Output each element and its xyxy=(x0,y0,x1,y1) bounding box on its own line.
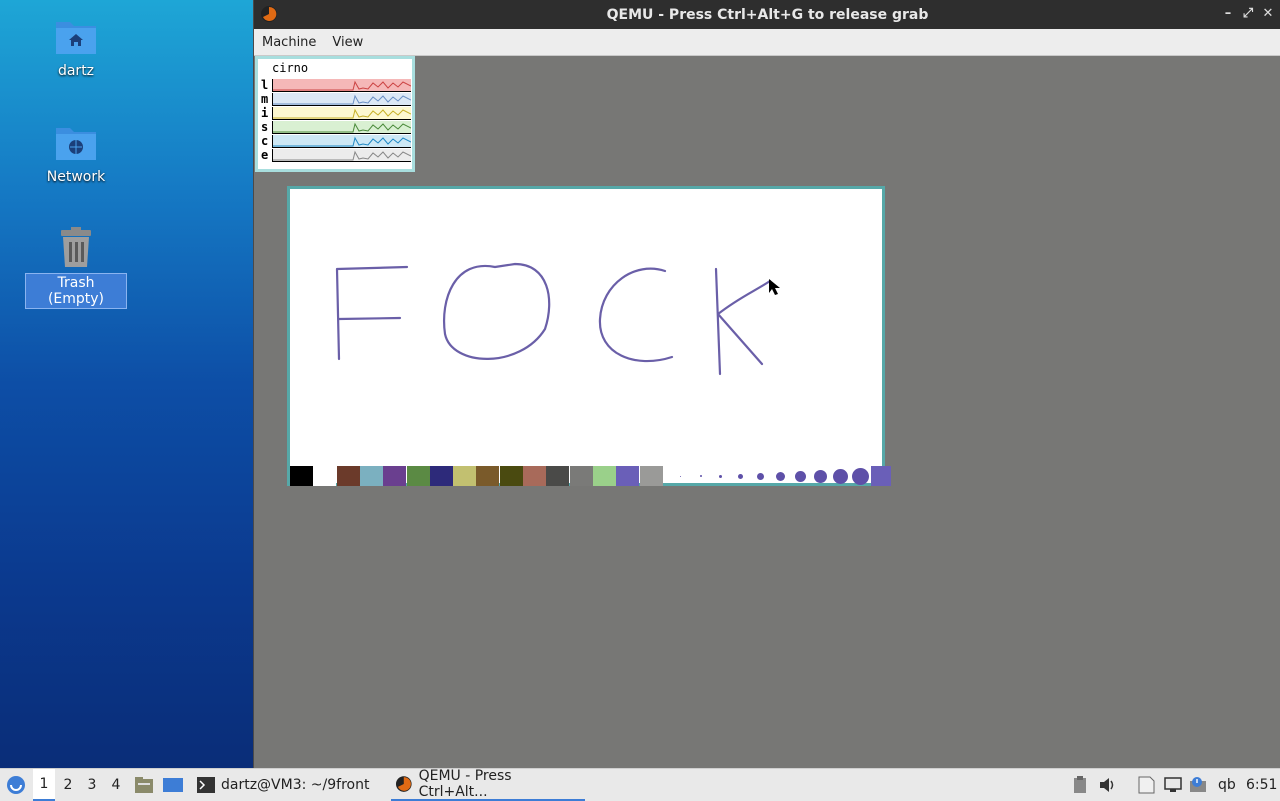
palette-swatch[interactable] xyxy=(546,466,570,486)
palette-swatch[interactable] xyxy=(592,466,616,486)
palette-swatch[interactable] xyxy=(359,466,383,486)
palette-swatch[interactable] xyxy=(313,466,337,486)
stat-key: l xyxy=(261,78,269,92)
workspace-1[interactable]: 1 xyxy=(33,769,55,801)
brush-size-dot[interactable] xyxy=(738,473,744,479)
desktop-icon-home[interactable]: dartz xyxy=(26,16,126,80)
terminal-icon xyxy=(197,777,215,793)
qemu-window-title: QEMU - Press Ctrl+Alt+G to release grab xyxy=(606,6,929,23)
workspace-2[interactable]: 2 xyxy=(57,769,79,801)
palette-swatch[interactable] xyxy=(639,466,663,486)
clipboard-icon[interactable] xyxy=(1070,769,1090,801)
task-label: dartz@VM3: ~/9front xyxy=(221,777,370,793)
qemu-menubar: Machine View xyxy=(254,29,1280,56)
file-manager-icon[interactable] xyxy=(134,769,154,801)
stat-key: s xyxy=(261,120,269,134)
brush-size-dot[interactable] xyxy=(833,468,849,484)
palette-swatch[interactable] xyxy=(383,466,407,486)
network-status-icon[interactable] xyxy=(1163,769,1183,801)
qemu-icon xyxy=(395,776,412,792)
stat-key: i xyxy=(261,106,269,120)
brush-size-dot[interactable] xyxy=(719,474,723,478)
paint-canvas[interactable] xyxy=(290,189,882,466)
notes-icon[interactable] xyxy=(1136,769,1156,801)
brush-size-dot[interactable] xyxy=(776,471,786,481)
desktop-icon-label: dartz xyxy=(57,63,95,79)
palette-swatch[interactable] xyxy=(406,466,430,486)
brush-size-dot[interactable] xyxy=(852,467,870,485)
stat-graph xyxy=(272,79,412,92)
stat-graph xyxy=(272,93,412,106)
palette-swatch[interactable] xyxy=(523,466,546,486)
task-terminal[interactable]: dartz@VM3: ~/9front xyxy=(193,769,373,801)
qemu-icon xyxy=(261,6,277,22)
stat-graph xyxy=(272,121,412,134)
start-menu-icon[interactable] xyxy=(4,769,28,801)
brush-size-dot[interactable] xyxy=(795,470,807,482)
palette-swatch[interactable] xyxy=(499,466,523,486)
clock[interactable]: 6:51 xyxy=(1246,769,1277,801)
stat-row-s: s xyxy=(259,120,412,134)
stat-row-l: l xyxy=(259,78,412,92)
stat-row-i: i xyxy=(259,106,412,120)
brush-size-dot[interactable] xyxy=(814,469,828,483)
stat-key: m xyxy=(261,92,269,106)
palette-swatch[interactable] xyxy=(429,466,453,486)
palette-swatch[interactable] xyxy=(616,466,640,486)
palette-swatch[interactable] xyxy=(569,466,593,486)
stat-graph xyxy=(272,107,412,120)
tray-label: qb xyxy=(1218,777,1236,793)
trash-icon xyxy=(61,227,91,267)
stats-hostname: cirno xyxy=(272,61,309,75)
desktop-icon-trash[interactable]: Trash (Empty) xyxy=(25,226,127,309)
stat-row-m: m xyxy=(259,92,412,106)
brush-size-max[interactable] xyxy=(870,466,891,486)
palette-swatch[interactable] xyxy=(336,466,360,486)
taskbar: 1 2 3 4 dartz@VM3: ~/9front QEMU - Press… xyxy=(0,768,1280,801)
notification-icon[interactable] xyxy=(1189,769,1209,801)
volume-icon[interactable] xyxy=(1098,769,1118,801)
mouse-cursor-icon xyxy=(769,279,780,295)
workspace-3[interactable]: 3 xyxy=(81,769,103,801)
menu-machine[interactable]: Machine xyxy=(254,35,324,50)
brush-size-dot[interactable] xyxy=(757,472,765,480)
show-desktop-icon[interactable] xyxy=(163,769,183,801)
brush-size-dot[interactable] xyxy=(680,475,682,477)
desktop-icon-network[interactable]: Network xyxy=(26,122,126,186)
task-qemu[interactable]: QEMU - Press Ctrl+Alt... xyxy=(391,768,585,801)
stats-window[interactable]: cirno lmisce xyxy=(255,56,415,172)
network-folder-icon xyxy=(56,128,96,160)
brush-size-dot[interactable] xyxy=(699,475,702,477)
drawing-strokes xyxy=(335,262,772,376)
stat-graph xyxy=(272,135,412,148)
color-palette xyxy=(290,466,891,486)
close-icon[interactable]: ✕ xyxy=(1260,6,1276,22)
palette-swatch[interactable] xyxy=(476,466,500,486)
task-label: QEMU - Press Ctrl+Alt... xyxy=(418,768,512,800)
stat-key: e xyxy=(261,148,269,162)
stat-key: c xyxy=(261,134,269,148)
menu-view[interactable]: View xyxy=(324,35,371,50)
stat-graph xyxy=(272,149,412,162)
stat-row-e: e xyxy=(259,148,412,162)
palette-swatch[interactable] xyxy=(290,466,313,486)
minimize-icon[interactable]: – xyxy=(1220,6,1236,22)
palette-swatch[interactable] xyxy=(453,466,477,486)
workspace-4[interactable]: 4 xyxy=(105,769,127,801)
home-folder-icon xyxy=(56,22,96,54)
paint-window[interactable] xyxy=(287,186,891,486)
maximize-icon[interactable]: ⤢ xyxy=(1240,6,1256,22)
stat-row-c: c xyxy=(259,134,412,148)
qemu-titlebar[interactable]: QEMU - Press Ctrl+Alt+G to release grab … xyxy=(254,0,1280,29)
desktop-icon-label: Network xyxy=(46,169,106,185)
desktop-icon-label: Trash (Empty) xyxy=(25,273,127,309)
